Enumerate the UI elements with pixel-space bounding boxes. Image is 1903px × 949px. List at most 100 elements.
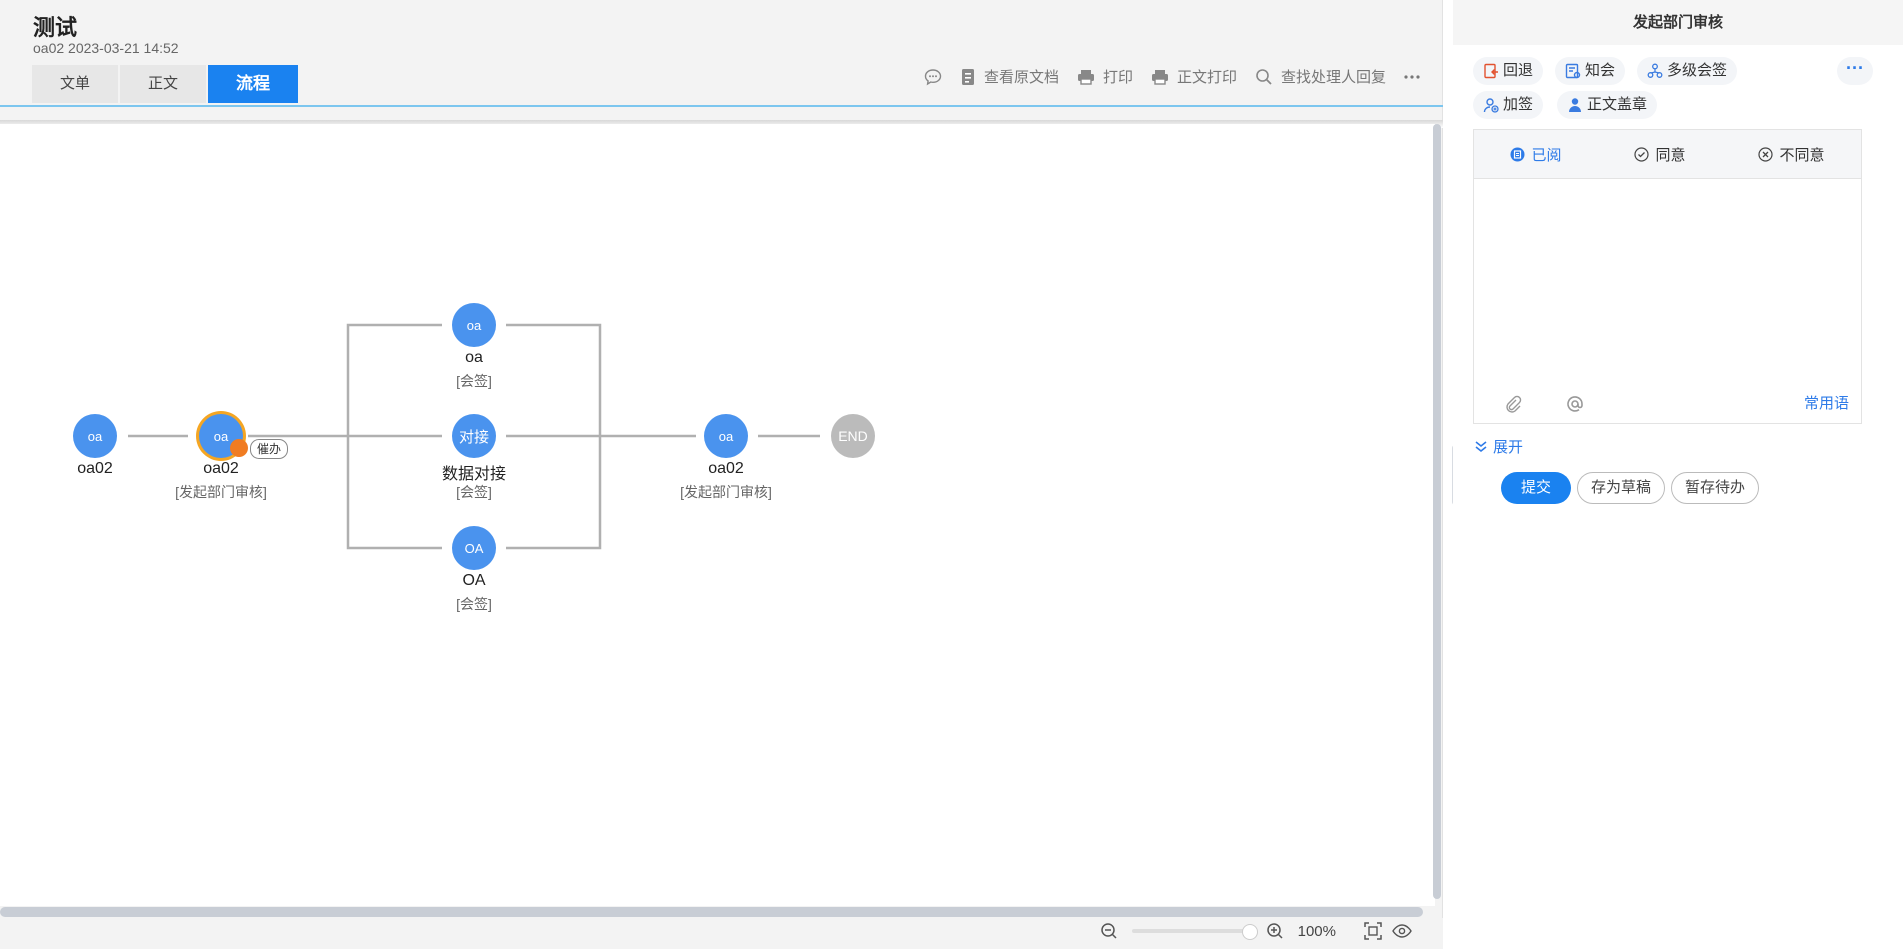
add-signer-label: 加签 — [1503, 96, 1534, 113]
rollback-button[interactable]: 回退 — [1473, 57, 1544, 85]
zoom-in-icon[interactable] — [1266, 922, 1284, 940]
save-draft-button[interactable]: 存为草稿 — [1577, 472, 1666, 504]
search-icon — [1256, 68, 1272, 85]
flow-panel: 测试 oa02 2023-03-21 14:52 文单 正文 流程 查看原文档 … — [0, 0, 1443, 949]
expand-toggle[interactable]: 展开 — [1475, 436, 1523, 457]
document-icon — [961, 68, 974, 85]
rollback-label: 回退 — [1503, 62, 1534, 79]
flow-connectors — [128, 323, 820, 550]
flow-node-start[interactable]: oa — [73, 414, 117, 458]
tab-divider — [0, 105, 1443, 107]
submit-buttons: 提交 存为草稿 暂存待办 — [1501, 472, 1760, 504]
opinion-read[interactable]: 已阅 — [1510, 144, 1562, 165]
opinion-textarea[interactable] — [1474, 179, 1861, 384]
expand-label: 展开 — [1493, 439, 1524, 456]
more-dots-icon — [1404, 74, 1420, 79]
comment-button[interactable] — [924, 68, 942, 86]
document-toolbar: 查看原文档 打印 正文打印 查找处理人回复 — [924, 66, 1420, 87]
flow-node-parallel-3[interactable]: OA — [452, 526, 496, 570]
zoom-out-icon[interactable] — [1100, 922, 1118, 940]
node-name: oa02 — [708, 460, 744, 477]
page-title: 测试 — [33, 15, 78, 40]
more-button[interactable] — [1404, 74, 1420, 80]
view-original-label: 查看原文档 — [983, 69, 1059, 86]
body-seal-button[interactable]: 正文盖章 — [1557, 91, 1658, 119]
document-tabs: 文单 正文 流程 — [32, 65, 299, 103]
double-chevron-down-icon — [1475, 440, 1487, 452]
zoom-slider[interactable] — [1131, 924, 1258, 940]
opinion-disagree-label: 不同意 — [1779, 146, 1825, 164]
panel-title: 发起部门审核 — [1453, 0, 1903, 45]
node-name: oa — [465, 349, 483, 366]
flow-node-end[interactable]: END — [831, 414, 875, 458]
document-meta: oa02 2023-03-21 14:52 — [33, 40, 179, 56]
printer-icon — [1077, 69, 1094, 85]
node-name: oa02 — [203, 460, 239, 477]
submit-button[interactable]: 提交 — [1501, 472, 1572, 504]
node-avatar: OA — [464, 540, 484, 556]
node-avatar: END — [838, 428, 868, 444]
opinion-read-label: 已阅 — [1531, 146, 1562, 164]
opinion-disagree[interactable]: 不同意 — [1758, 144, 1825, 165]
tab-form[interactable]: 文单 — [32, 65, 119, 103]
urge-badge[interactable]: 催办 — [250, 439, 288, 459]
node-avatar: oa — [718, 428, 734, 444]
urge-icon — [230, 439, 248, 457]
opinion-agree[interactable]: 同意 — [1634, 144, 1686, 165]
print-body-button[interactable]: 正文打印 — [1151, 66, 1237, 87]
view-original-button[interactable]: 查看原文档 — [960, 66, 1059, 87]
zoom-level: 100% — [1297, 922, 1336, 940]
find-reply-button[interactable]: 查找处理人回复 — [1255, 66, 1386, 87]
add-signer-icon — [1483, 98, 1499, 113]
multi-level-sign-button[interactable]: 多级会签 — [1637, 57, 1738, 85]
tab-flow[interactable]: 流程 — [208, 65, 299, 103]
node-avatar: oa — [466, 317, 482, 333]
node-role: [发起部门审核] — [175, 484, 267, 500]
notify-button[interactable]: 知会 — [1555, 57, 1626, 85]
notify-icon — [1565, 63, 1581, 79]
notify-label: 知会 — [1585, 62, 1616, 79]
flow-node-final-review[interactable]: oa — [704, 414, 748, 458]
node-name: OA — [462, 572, 486, 589]
flow-canvas[interactable]: oa oa02 oa oa02 [发起部门审核] oa oa [会签] 对接 数… — [0, 124, 1435, 906]
node-avatar: oa — [213, 428, 229, 444]
mention-icon[interactable] — [1566, 395, 1584, 413]
flow-node-parallel-1[interactable]: oa — [452, 303, 496, 347]
tab-body[interactable]: 正文 — [120, 65, 207, 103]
horizontal-scrollbar[interactable] — [0, 907, 1423, 917]
node-avatar: 对接 — [458, 428, 489, 446]
zoom-controls: 100% — [1100, 922, 1412, 940]
body-seal-label: 正文盖章 — [1587, 96, 1648, 113]
node-role: [发起部门审核] — [680, 484, 772, 500]
opinion-agree-label: 同意 — [1655, 146, 1686, 164]
rollback-icon — [1484, 63, 1498, 79]
preview-eye-icon[interactable] — [1392, 922, 1412, 940]
x-circle-icon — [1758, 146, 1774, 162]
check-circle-icon — [1634, 146, 1650, 162]
opinion-box: 已阅 同意 不同意 常用语 — [1473, 129, 1862, 424]
print-body-label: 正文打印 — [1176, 69, 1237, 86]
fit-screen-icon[interactable] — [1364, 922, 1382, 940]
node-name: 数据对接 — [441, 466, 506, 483]
zoom-slider-knob[interactable] — [1241, 924, 1258, 940]
node-role: [会签] — [456, 484, 492, 500]
find-reply-label: 查找处理人回复 — [1280, 69, 1386, 86]
flow-node-parallel-2[interactable]: 对接 — [452, 414, 496, 458]
multi-level-sign-icon — [1647, 63, 1663, 78]
print-button[interactable]: 打印 — [1077, 66, 1133, 87]
temp-save-button[interactable]: 暂存待办 — [1671, 472, 1760, 504]
printer-icon — [1151, 69, 1168, 85]
attachment-icon[interactable] — [1504, 395, 1522, 413]
approval-panel: 发起部门审核 回退 知会 多级会签 加签 正文盖章 ··· 已阅 同意 不同意 … — [1453, 0, 1903, 949]
read-icon — [1510, 147, 1525, 161]
person-seal-icon — [1569, 98, 1581, 112]
more-actions-button[interactable]: ··· — [1837, 57, 1873, 85]
add-signer-button[interactable]: 加签 — [1473, 91, 1544, 119]
print-label: 打印 — [1102, 69, 1133, 86]
vertical-scrollbar[interactable] — [1433, 124, 1441, 899]
node-role: [会签] — [456, 596, 492, 612]
comment-icon — [924, 68, 942, 85]
opinion-tabs: 已阅 同意 不同意 — [1474, 130, 1861, 179]
common-phrase-link[interactable]: 常用语 — [1804, 392, 1849, 413]
node-role: [会签] — [456, 373, 492, 389]
